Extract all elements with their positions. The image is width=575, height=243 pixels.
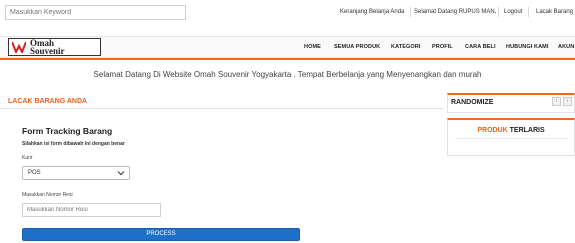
produk-title-rest: TERLARIS <box>509 127 545 134</box>
welcome-user-link[interactable]: Selamat Datang RUPUS MAN, <box>414 9 496 15</box>
randomize-next-button[interactable]: › <box>563 97 572 106</box>
resi-label: Masukkan Nomor Resi <box>22 192 73 198</box>
track-order-link[interactable]: Lacak Barang <box>536 9 573 15</box>
section-divider <box>0 108 443 109</box>
cart-link[interactable]: Keranjang Belanja Anda <box>340 9 404 15</box>
nav-kategori[interactable]: KATEGORI <box>391 44 420 50</box>
kurir-label: Kurir <box>22 155 33 161</box>
chevron-right-icon: › <box>566 98 569 104</box>
nav-cara-beli[interactable]: CARA BELI <box>465 44 496 50</box>
logout-link[interactable]: Logout <box>504 9 522 15</box>
produk-title-highlight: PRODUK <box>477 127 508 134</box>
nav-accent-line <box>0 58 575 60</box>
welcome-message: Selamat Datang Di Website Omah Souvenir … <box>93 70 482 79</box>
section-title: LACAK BARANG ANDA <box>8 98 88 105</box>
chevron-down-icon <box>117 171 125 176</box>
nav-home[interactable]: HOME <box>304 44 321 50</box>
logo-text-line2: Souvenir <box>30 46 65 56</box>
kurir-select[interactable]: POS <box>22 166 130 180</box>
process-button[interactable]: PROCESS <box>22 228 300 241</box>
top-divider <box>410 7 411 17</box>
top-divider <box>528 7 529 17</box>
resi-input[interactable] <box>22 203 161 217</box>
top-divider <box>498 7 499 17</box>
produk-terlaris-panel <box>447 118 575 156</box>
randomize-prev-button[interactable]: ‹ <box>552 97 561 106</box>
nav-akun[interactable]: AKUN <box>558 44 574 50</box>
form-title: Form Tracking Barang <box>22 126 113 136</box>
logo-mark-icon <box>12 41 26 53</box>
form-subtitle: Silahkan isi form dibawah ini dengan ben… <box>22 141 125 147</box>
site-logo[interactable]: Omah Souvenir <box>8 38 101 56</box>
chevron-left-icon: ‹ <box>555 98 558 104</box>
nav-hubungi-kami[interactable]: HUBUNGI KAMI <box>506 44 548 50</box>
randomize-title: RANDOMIZE <box>451 99 494 106</box>
search-input[interactable] <box>5 5 186 20</box>
kurir-selected-value: POS <box>28 170 41 176</box>
produk-terlaris-title: PRODUK TERLARIS <box>447 127 575 134</box>
nav-semua-produk[interactable]: SEMUA PRODUK <box>334 44 380 50</box>
produk-divider <box>455 138 567 139</box>
nav-profil[interactable]: PROFIL <box>432 44 453 50</box>
